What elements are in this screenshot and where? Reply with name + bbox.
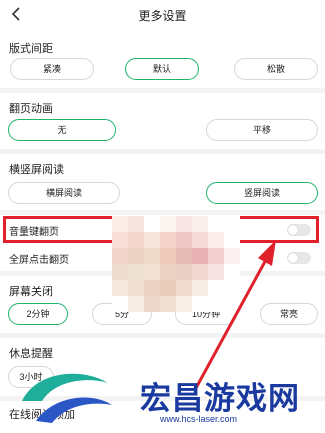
option-default-button[interactable]: 默认 [125,58,199,80]
option-portrait-button[interactable]: 竖屏阅读 [206,182,318,204]
fullscreen-tap-flip-label: 全屏点击翻页 [9,255,69,266]
option-loose-button[interactable]: 松散 [234,58,318,80]
watermark-url: www.hcs-laser.com [160,414,238,424]
toggle-knob [288,253,298,263]
page-title: 更多设置 [138,9,187,23]
pixelated-overlay [112,216,240,312]
option-2min-button[interactable]: 2分钟 [8,303,68,325]
option-slide-button[interactable]: 平移 [206,119,318,141]
section-title-screen-off: 屏幕关闭 [9,286,53,298]
section-title-orientation: 横竖屏阅读 [9,164,64,176]
watermark-title: 宏昌游戏网 [140,381,300,417]
section-divider [0,149,325,154]
watermark-logo [22,373,112,423]
header-bar: 更多设置 [0,0,325,30]
option-compact-button[interactable]: 紧凑 [10,58,94,80]
section-title-rest-reminder: 休息提醒 [9,348,53,360]
option-landscape-button[interactable]: 横屏阅读 [8,182,120,204]
option-always-on-button[interactable]: 常亮 [260,303,318,325]
section-divider [0,88,325,93]
section-divider [0,333,325,338]
fullscreen-tap-flip-toggle[interactable] [287,252,311,264]
option-no-animation-button[interactable]: 无 [8,119,116,141]
section-title-layout-spacing: 版式间距 [9,43,53,55]
section-title-page-animation: 翻页动画 [9,103,53,115]
section-divider [0,210,325,215]
